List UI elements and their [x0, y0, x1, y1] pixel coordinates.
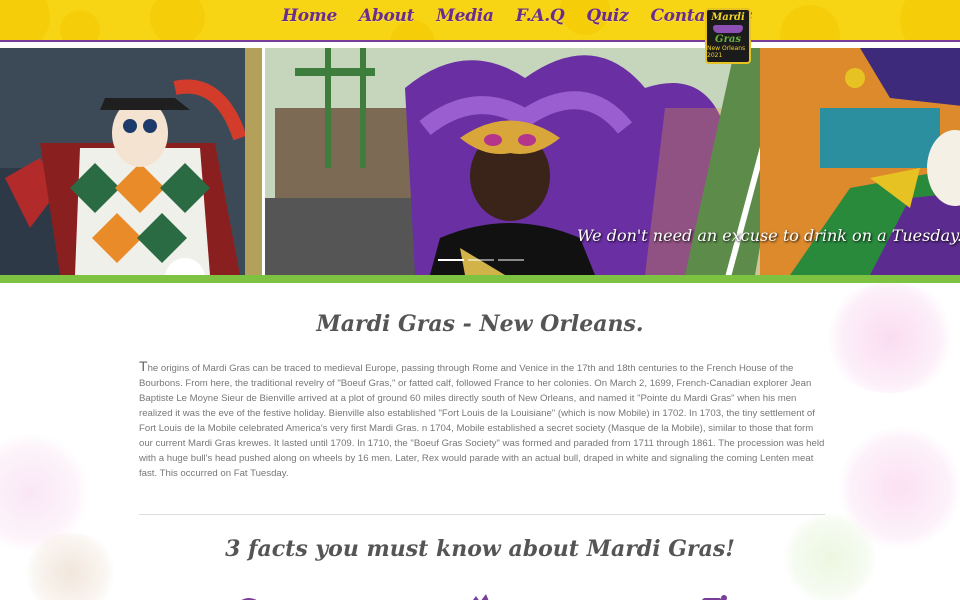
- facts-heading: 3 facts you must know about Mardi Gras!: [225, 536, 735, 562]
- harlequin-illustration: [0, 48, 265, 275]
- slider-dot[interactable]: [438, 259, 464, 261]
- nav-link-about[interactable]: About: [359, 6, 414, 26]
- main-content: Mardi Gras - New Orleans. The origins of…: [0, 283, 960, 600]
- slider-dot[interactable]: [468, 259, 494, 261]
- slider-dots: [438, 259, 524, 261]
- hero-slider: We don't need an excuse to drink on a Tu…: [0, 48, 960, 275]
- mask-icon: [713, 25, 743, 33]
- hero-caption: We don't need an excuse to drink on a Tu…: [577, 226, 960, 245]
- hero-green-stripe: [0, 275, 960, 283]
- logo-line-mardi: Mardi: [711, 12, 745, 23]
- nav-link-media[interactable]: Media: [436, 6, 494, 26]
- site-logo[interactable]: Mardi Gras New Orleans 2021: [705, 8, 751, 64]
- nav-link-quiz[interactable]: Quiz: [586, 6, 628, 26]
- page-title: Mardi Gras - New Orleans.: [316, 311, 644, 337]
- mask-icon: [241, 598, 257, 600]
- top-nav: Home About Media F.A.Q Quiz Contact Us: [0, 0, 960, 42]
- history-paragraph: The origins of Mardi Gras can be traced …: [139, 359, 825, 481]
- bead-icon: [702, 595, 727, 600]
- nav-purple-stripe: [0, 40, 960, 42]
- logo-line-year: New Orleans 2021: [707, 45, 746, 59]
- section-divider: [139, 514, 825, 515]
- nav-link-faq[interactable]: F.A.Q: [516, 6, 565, 26]
- drop-cap: T: [139, 358, 148, 374]
- history-text: he origins of Mardi Gras can be traced t…: [139, 363, 825, 479]
- main-menu: Home About Media F.A.Q Quiz Contact Us: [282, 6, 774, 26]
- hero-image-harlequin: [0, 48, 265, 275]
- flower-decoration: [820, 283, 960, 393]
- nav-link-home[interactable]: Home: [282, 6, 337, 26]
- slider-dot[interactable]: [498, 259, 524, 261]
- logo-line-gras: Gras: [715, 34, 741, 45]
- sparkle-icon: [473, 594, 489, 600]
